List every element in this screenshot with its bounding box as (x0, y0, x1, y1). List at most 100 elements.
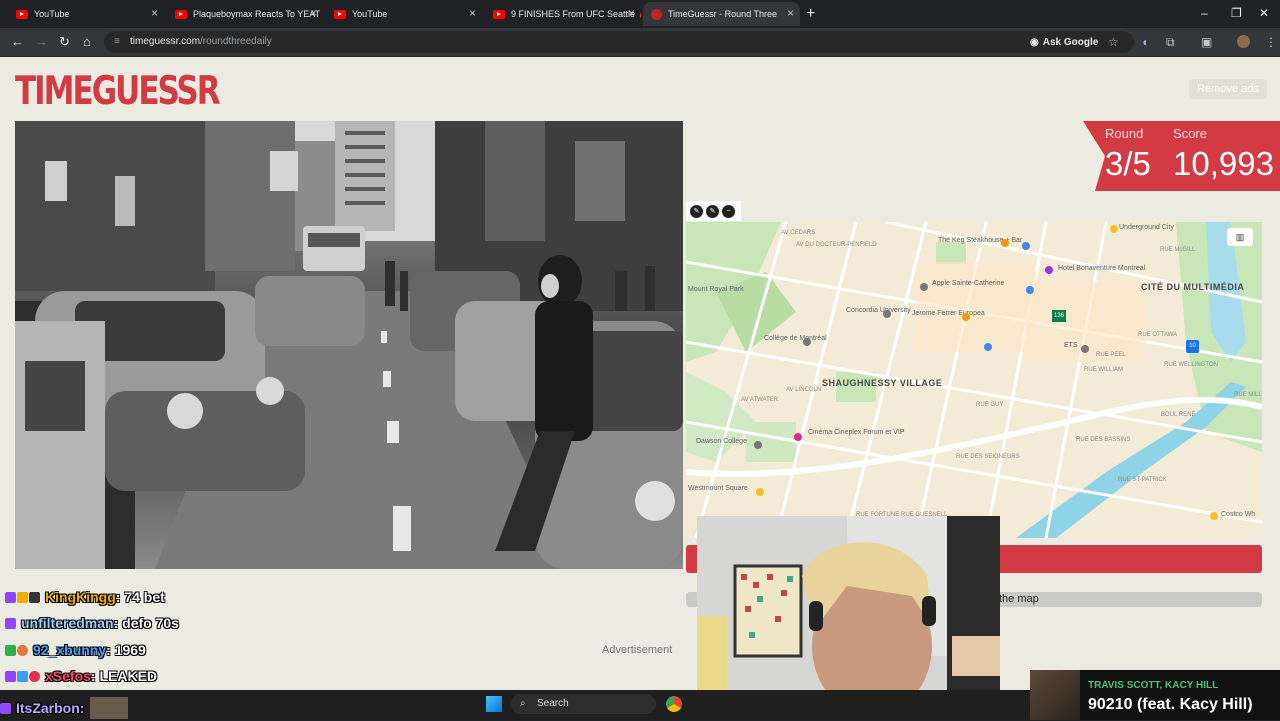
tab-label: 9 FINISHES From UFC Seattle 🩸 (511, 8, 641, 19)
chat-username: 92_xbunny (33, 642, 107, 658)
show-map-label: the map (999, 593, 1039, 605)
shopping-pin-icon[interactable] (756, 488, 764, 496)
shopping-pin-icon[interactable] (1210, 512, 1218, 520)
ask-google-button[interactable]: ◉ Ask Google (1030, 35, 1098, 49)
twitch-badge-icon (0, 702, 11, 714)
back-icon[interactable]: ← (11, 34, 24, 49)
map-layers-icon[interactable]: ▥ (1227, 228, 1253, 246)
map-label-westmount: Westmount Square (688, 485, 748, 492)
new-tab-icon[interactable]: + (806, 5, 815, 23)
kick-badge-icon (5, 645, 16, 656)
chat-username: unfilteredman (21, 615, 114, 631)
sidepanel-icon[interactable]: ▣ (1201, 35, 1212, 49)
chat-line: KingKingg: 74 bet (5, 589, 165, 605)
tab-youtube-2[interactable]: YouTube × (326, 2, 482, 26)
maximize-icon[interactable]: ❐ (1231, 6, 1242, 20)
url-path: /roundthreedaily (200, 36, 272, 47)
transit-pin-icon[interactable] (1026, 286, 1034, 294)
transit-pin-icon[interactable] (984, 343, 992, 351)
timeguessr-logo[interactable]: TIMEGUESSR (15, 69, 221, 114)
chat-message: 74 bet (124, 589, 165, 605)
address-bar[interactable]: ≡ timeguessr.com/roundthreedaily (104, 31, 1134, 53)
score-label: Score (1173, 126, 1207, 141)
remove-ads-button[interactable]: Remove ads (1189, 79, 1267, 99)
twitch-badge-icon (5, 618, 16, 629)
tab-label: YouTube (352, 9, 388, 19)
search-icon: ⌕ (520, 698, 526, 709)
tab-label: Plaqueboymax Reacts To YEAT (193, 9, 321, 19)
college-pin-icon[interactable] (803, 338, 811, 346)
zoom-out-icon[interactable]: − (722, 204, 735, 218)
album-art (1030, 670, 1080, 720)
minimize-icon[interactable]: – (1201, 6, 1208, 20)
chat-line: 92_xbunny: 1969 (5, 642, 146, 658)
round-photo (15, 121, 683, 569)
tab-ufc[interactable]: 9 FINISHES From UFC Seattle 🩸 × (485, 2, 641, 26)
menu-icon[interactable]: ⋮ (1265, 35, 1277, 49)
shopping-pin-icon[interactable] (1110, 225, 1118, 233)
profile-avatar[interactable] (1237, 35, 1250, 48)
reload-icon[interactable]: ↻ (59, 34, 70, 50)
home-icon[interactable]: ⌂ (83, 34, 91, 49)
close-icon[interactable]: × (787, 6, 794, 20)
map-label-dawson: Dawson College (696, 438, 747, 445)
webcam-feed (697, 516, 1000, 690)
map-label-cinema: Cinéma Cineplex Forum et VIP (808, 429, 905, 436)
close-icon[interactable]: × (310, 6, 317, 20)
close-icon[interactable]: × (628, 6, 635, 20)
tab-youtube-1[interactable]: YouTube × (8, 2, 164, 26)
map-label-shaughnessy: SHAUGHNESSY VILLAGE (822, 378, 943, 388)
college-pin-icon[interactable] (754, 441, 762, 449)
map-tools: ✎ ✎ − (686, 201, 741, 221)
cinema-pin-icon[interactable] (794, 433, 802, 441)
chat-username: xSefos (45, 668, 91, 684)
highway-shield-10: 10 (1186, 340, 1199, 353)
map-label-av-docteur: AV DU DOCTEUR-PENFIELD (796, 242, 877, 248)
tab-plaqueboymax[interactable]: Plaqueboymax Reacts To YEAT × (167, 2, 323, 26)
map-label-av-cedars: AV CEDARS (781, 230, 816, 236)
tab-label: TimeGuessr - Round Three (668, 9, 778, 19)
pin-tool-icon[interactable]: ✎ (690, 204, 703, 218)
restaurant-pin-icon[interactable] (1001, 239, 1009, 247)
youtube-icon (16, 9, 28, 19)
map-label-costco: Costco Wh (1221, 511, 1256, 518)
round-label: Round (1105, 126, 1144, 141)
site-info-icon[interactable]: ≡ (114, 36, 125, 47)
windows-start-icon[interactable] (486, 696, 502, 712)
map-label-rue-mill: RUE MILL (1234, 392, 1262, 398)
hotel-pin-icon[interactable] (1045, 266, 1053, 274)
webcam-overlay (697, 516, 1000, 690)
map-label-hotel: Hotel Bonaventure Montreal (1058, 265, 1146, 272)
youtube-icon (175, 9, 187, 19)
now-playing-artist: TRAVIS SCOTT, KACY HILL (1088, 680, 1219, 691)
guess-map[interactable]: Mount Royal Park The Keg Steakhouse + Ba… (686, 222, 1262, 538)
chat-line: xSefos: LEAKED (5, 668, 157, 684)
forward-icon[interactable]: → (35, 34, 48, 49)
taskbar-search-label: Search (537, 698, 569, 709)
map-base (686, 222, 1262, 538)
map-label-rue-seigneurs: RUE DES SEIGNEURS (956, 454, 1020, 460)
taskbar-search[interactable]: ⌕ Search (511, 694, 656, 714)
restaurant-pin-icon[interactable] (962, 313, 970, 321)
emote-badge-icon (17, 592, 28, 603)
bookmark-star-icon[interactable]: ☆ (1108, 35, 1119, 49)
timeguessr-favicon-icon (651, 8, 662, 20)
hotel-pin-icon[interactable] (1022, 242, 1030, 250)
line-tool-icon[interactable]: ✎ (706, 204, 719, 218)
map-label-av-lincoln: AV LINCOLN (786, 387, 822, 393)
round-value: 3/5 (1105, 145, 1151, 182)
chrome-icon[interactable] (666, 696, 682, 712)
media-icon[interactable]: ◖ (1141, 35, 1148, 49)
university-pin-icon[interactable] (883, 310, 891, 318)
close-icon[interactable]: × (469, 6, 476, 20)
emote-badge-icon (29, 592, 40, 603)
timeguessr-page: TIMEGUESSR Remove ads Round 3/5 Score 10… (0, 57, 1280, 690)
map-label-boul-rene: BOUL RENÉ (1161, 412, 1196, 418)
shopping-pin-icon[interactable] (920, 283, 928, 291)
map-label-keg: The Keg Steakhouse + Bar (938, 237, 1023, 244)
window-close-icon[interactable]: ✕ (1259, 6, 1269, 20)
school-pin-icon[interactable] (1081, 345, 1089, 353)
close-icon[interactable]: × (151, 6, 158, 20)
tab-timeguessr[interactable]: TimeGuessr - Round Three × (643, 2, 800, 26)
extensions-icon[interactable]: ⧉ (1166, 35, 1175, 50)
